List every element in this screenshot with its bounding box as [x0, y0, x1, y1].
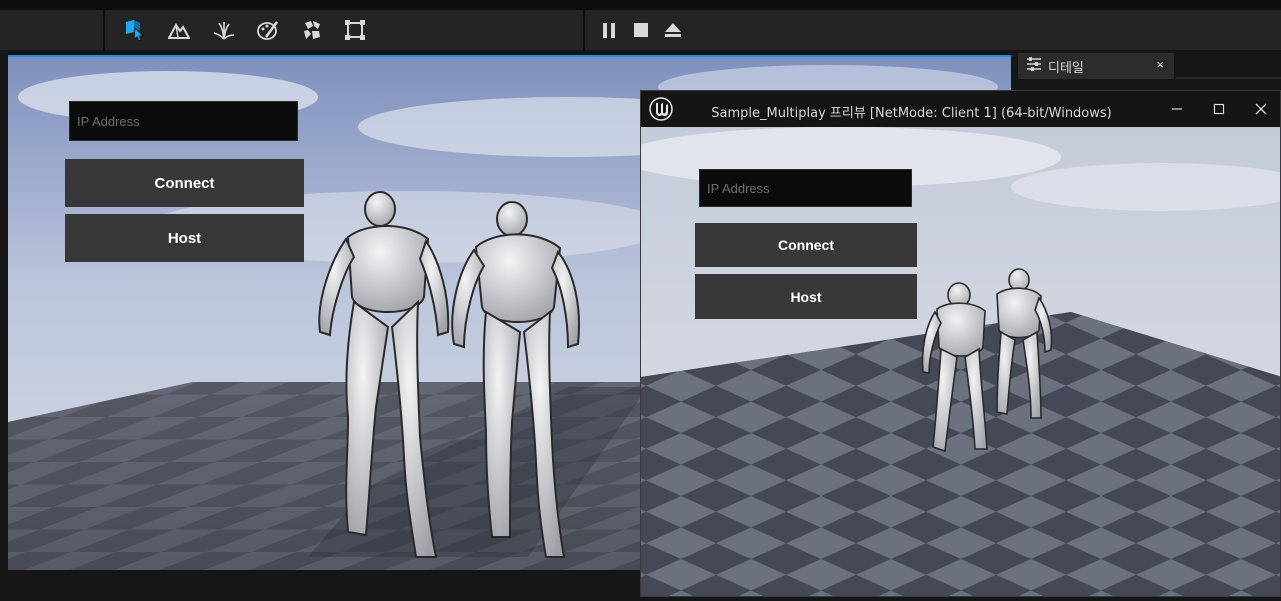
ip-address-input[interactable]: [69, 101, 298, 141]
window-title-bar[interactable]: Sample_Multiplay 프리뷰 [NetMode: Client 1]…: [641, 91, 1280, 127]
ip-address-input[interactable]: [699, 169, 912, 207]
connect-button[interactable]: Connect: [695, 223, 917, 267]
pause-icon[interactable]: [597, 18, 621, 42]
title-strip: [0, 0, 1281, 10]
tab-details-label: 디테일: [1048, 60, 1084, 76]
connect-button-label: Connect: [154, 174, 215, 192]
landscape-mode-icon[interactable]: [167, 18, 191, 42]
level-editor-toolbar: [0, 10, 1281, 50]
tab-close-icon[interactable]: ×: [1156, 57, 1164, 72]
host-button-label: Host: [167, 229, 202, 247]
details-tab-bar: [1176, 77, 1281, 79]
host-button[interactable]: Host: [695, 274, 917, 319]
toolbar-separator: [103, 10, 105, 50]
host-button-label: Host: [790, 288, 822, 305]
connect-button-label: Connect: [778, 237, 834, 253]
geometry-edit-mode-icon[interactable]: [343, 18, 367, 42]
fracture-mode-icon[interactable]: [300, 18, 324, 42]
minimize-icon[interactable]: [1161, 97, 1193, 121]
close-icon[interactable]: [1245, 97, 1277, 121]
mesh-paint-mode-icon[interactable]: [256, 18, 280, 42]
toolbar-separator: [583, 10, 585, 50]
tab-details[interactable]: 디테일 ×: [1018, 53, 1174, 79]
select-mode-icon[interactable]: [122, 18, 146, 42]
maximize-icon[interactable]: [1203, 97, 1235, 121]
status-strip: [0, 570, 640, 601]
connect-button[interactable]: Connect: [65, 159, 304, 207]
client-preview-window[interactable]: Sample_Multiplay 프리뷰 [NetMode: Client 1]…: [640, 90, 1281, 597]
stop-icon[interactable]: [629, 18, 653, 42]
client-viewport[interactable]: Connect Host: [641, 127, 1280, 596]
window-title: Sample_Multiplay 프리뷰 [NetMode: Client 1]…: [711, 106, 1112, 121]
eject-icon[interactable]: [661, 18, 685, 42]
details-sliders-icon: [1026, 56, 1042, 76]
foliage-mode-icon[interactable]: [212, 18, 236, 42]
unreal-engine-logo-icon: [649, 97, 673, 126]
host-button[interactable]: Host: [65, 214, 304, 262]
